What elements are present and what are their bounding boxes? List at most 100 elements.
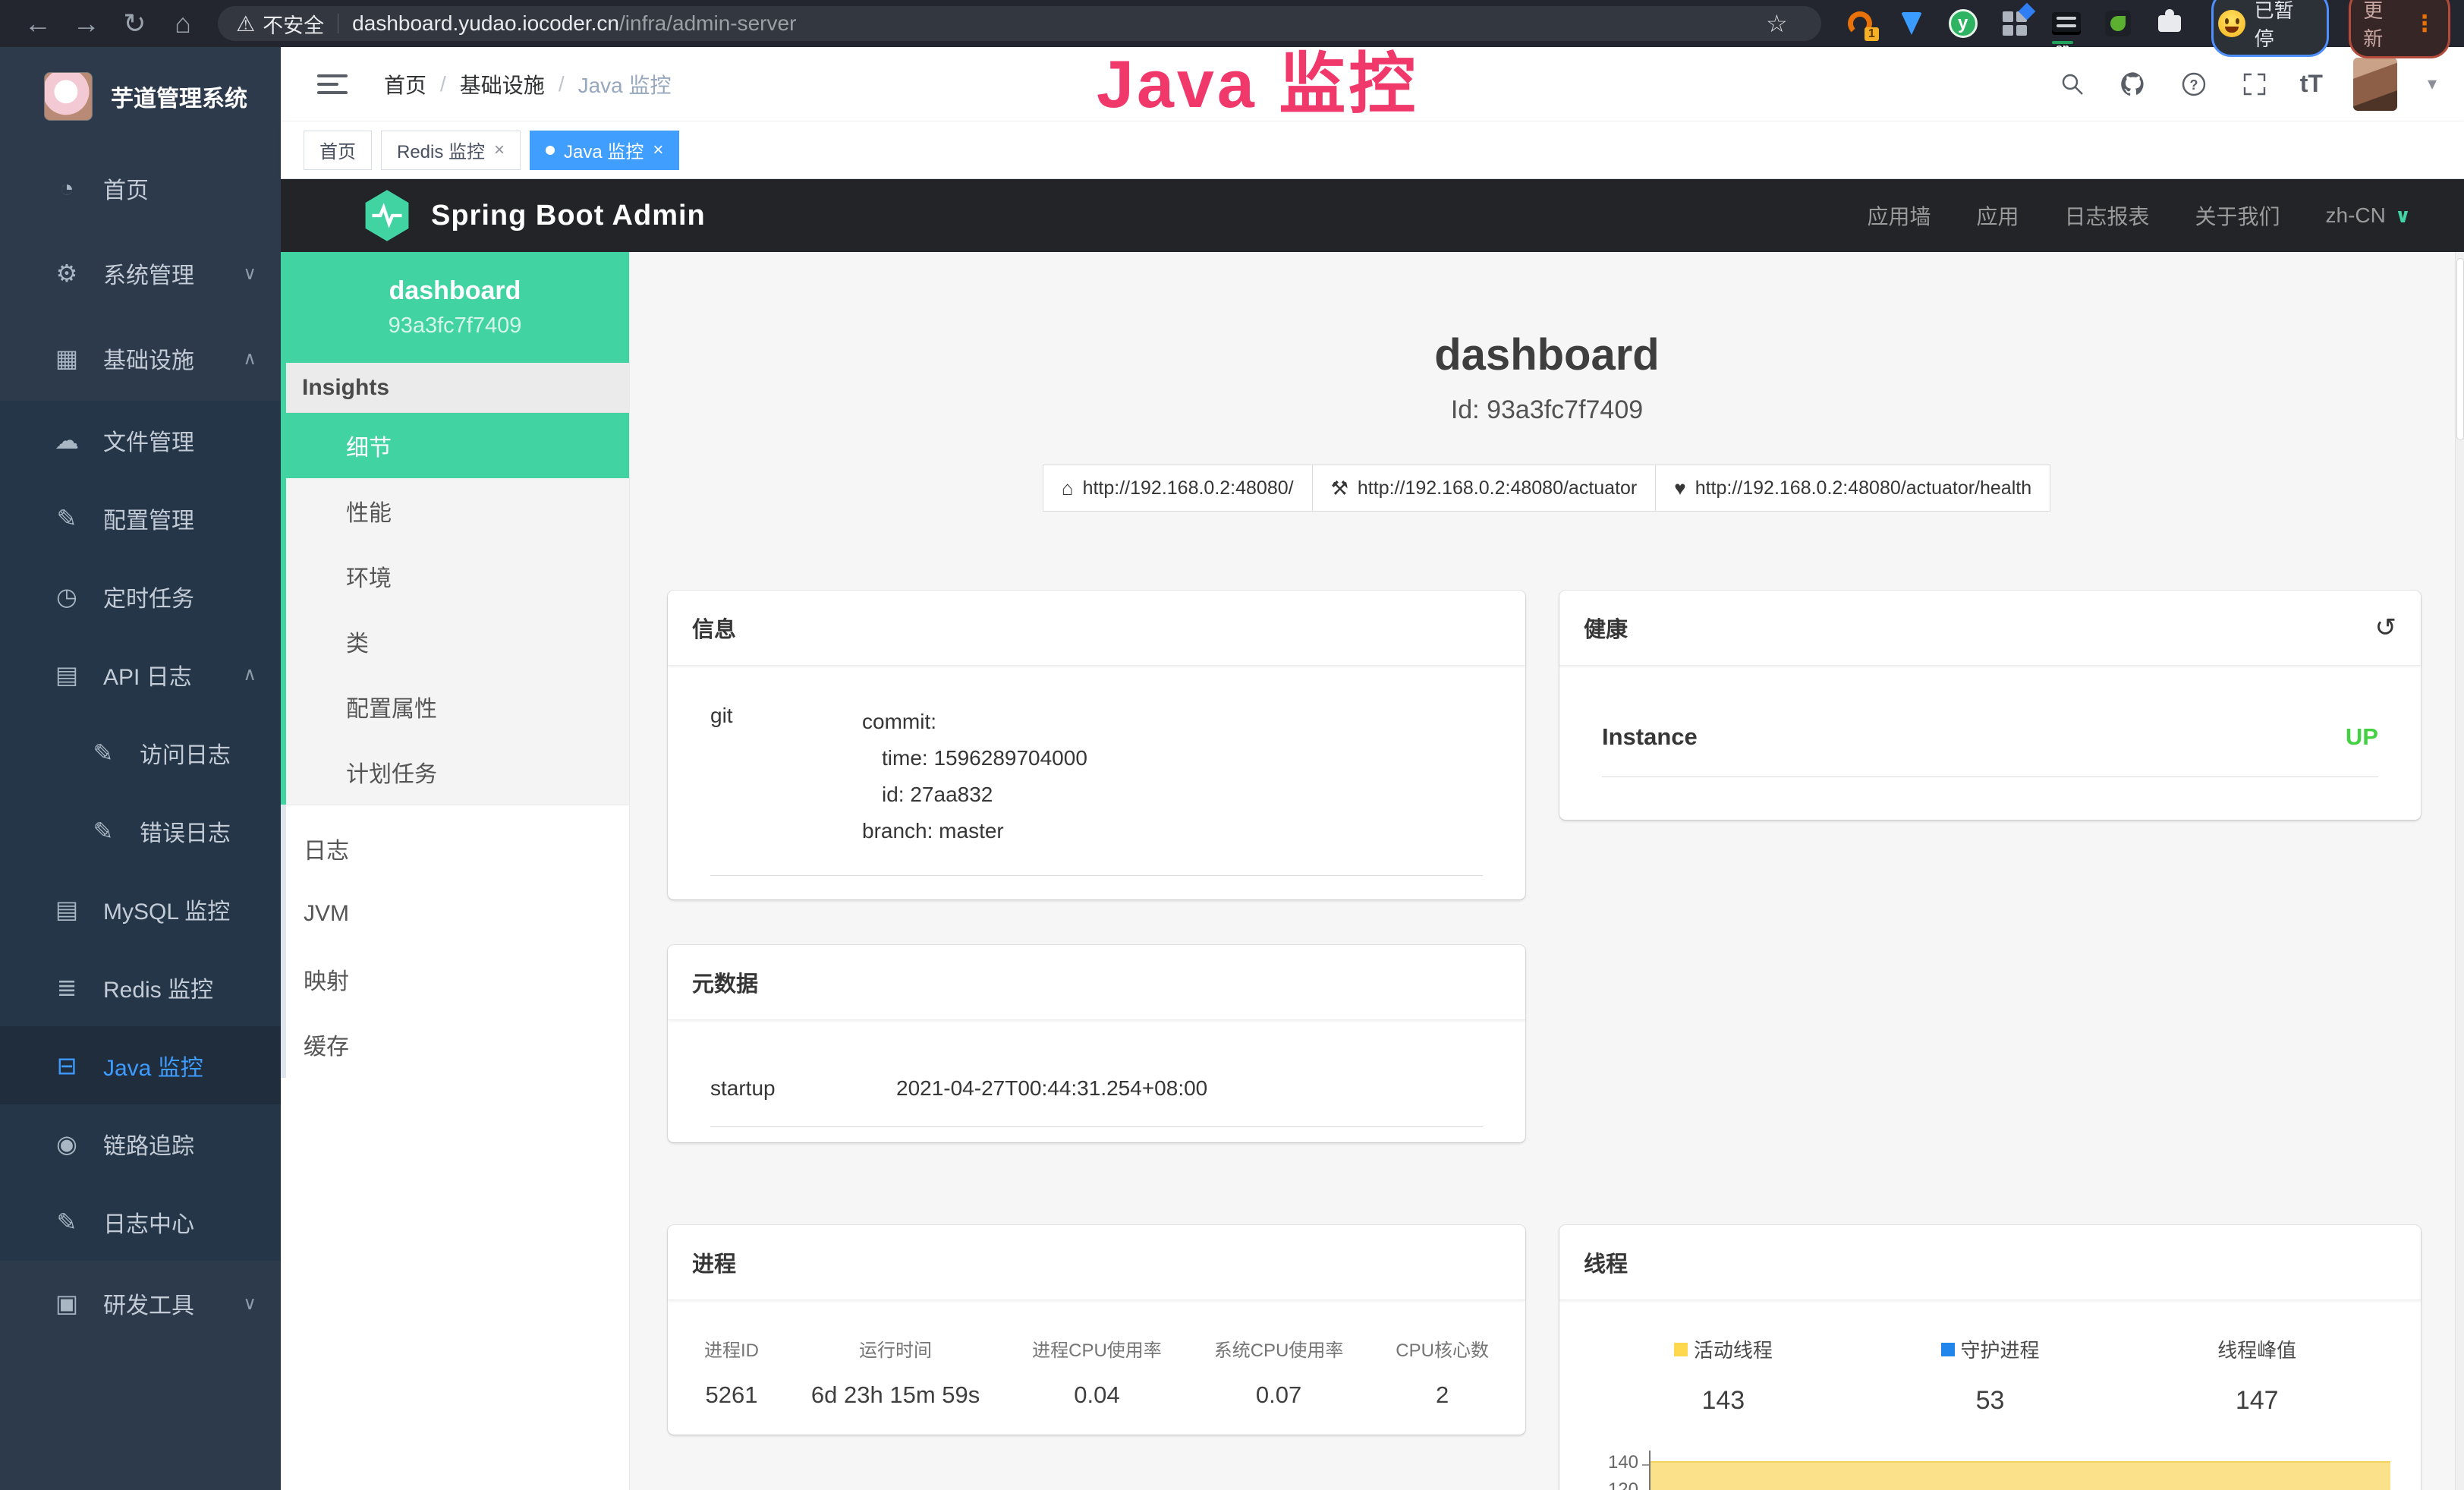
insights-item-classes[interactable]: 类 bbox=[281, 609, 629, 674]
forward-icon[interactable]: → bbox=[62, 8, 111, 39]
page-title: dashboard bbox=[630, 329, 2464, 380]
sba-nav-about[interactable]: 关于我们 bbox=[2195, 200, 2280, 231]
divider bbox=[710, 1126, 1483, 1127]
extension-y-icon[interactable]: y bbox=[1947, 8, 1979, 39]
tab-redis-monitor[interactable]: Redis 监控× bbox=[381, 131, 521, 170]
threads-chart: 140 120 100 bbox=[1590, 1449, 2390, 1490]
paused-label: 已暂停 bbox=[2255, 0, 2314, 52]
metadata-card-title: 元数据 bbox=[692, 966, 758, 998]
sidebar-item-access-logs[interactable]: ✎访问日志 bbox=[0, 713, 281, 792]
instance-id: 93a3fc7f7409 bbox=[389, 313, 522, 339]
user-avatar[interactable] bbox=[2353, 58, 2397, 111]
legend-live-threads[interactable]: 活动线程 143 bbox=[1590, 1335, 1857, 1416]
threads-card-title: 线程 bbox=[1584, 1246, 1628, 1278]
extension-on-icon[interactable]: on bbox=[2050, 8, 2082, 39]
home-icon[interactable]: ⌂ bbox=[159, 8, 207, 39]
extension-ring-icon[interactable]: 1 bbox=[1844, 8, 1876, 39]
legend-peak-threads[interactable]: 线程峰值 147 bbox=[2123, 1335, 2390, 1416]
sidebar-item-infrastructure[interactable]: ▦基础设施∧ bbox=[0, 316, 281, 401]
not-secure-warning-icon: ⚠ bbox=[236, 11, 255, 36]
eye-icon: ◉ bbox=[50, 1129, 83, 1158]
sidebar-collapse-icon[interactable] bbox=[317, 69, 348, 99]
tab-home[interactable]: 首页 bbox=[304, 131, 372, 170]
chevron-down-icon: ∨ bbox=[243, 1293, 256, 1315]
insights-item-details[interactable]: 细节 bbox=[281, 413, 629, 478]
close-icon[interactable]: × bbox=[653, 140, 663, 161]
metadata-row-label: startup bbox=[710, 1076, 896, 1101]
sidebar-item-config-manage[interactable]: ✎配置管理 bbox=[0, 479, 281, 557]
panel-item-mappings[interactable]: 映射 bbox=[281, 947, 629, 1012]
extension-puzzle-icon[interactable] bbox=[2154, 8, 2186, 39]
sidebar-item-tracing[interactable]: ◉链路追踪 bbox=[0, 1104, 281, 1183]
health-url-chip[interactable]: ♥http://192.168.0.2:48080/actuator/healt… bbox=[1655, 465, 2050, 512]
sidebar-item-error-logs[interactable]: ✎错误日志 bbox=[0, 792, 281, 870]
help-icon[interactable]: ? bbox=[2179, 69, 2209, 99]
sidebar-item-redis-monitor[interactable]: ≣Redis 监控 bbox=[0, 948, 281, 1026]
panel-item-jvm[interactable]: JVM bbox=[281, 881, 629, 947]
browser-menu-icon[interactable]: ⋮ bbox=[2413, 11, 2436, 37]
extension-badge: 1 bbox=[1865, 27, 1879, 41]
process-cpu-col: 进程CPU使用率0.04 bbox=[1032, 1335, 1162, 1409]
github-icon[interactable] bbox=[2118, 69, 2148, 99]
fullscreen-icon[interactable] bbox=[2239, 69, 2270, 99]
service-url-chip[interactable]: ⌂http://192.168.0.2:48080/ bbox=[1043, 465, 1313, 512]
infrastructure-icon: ▦ bbox=[50, 344, 83, 373]
sidebar-item-scheduled-jobs[interactable]: ◷定时任务 bbox=[0, 557, 281, 635]
profile-paused-badge[interactable]: 已暂停 bbox=[2211, 0, 2330, 57]
url-host: dashboard.yudao.iocoder.cn bbox=[352, 11, 619, 36]
system-cpu-col: 系统CPU使用率0.07 bbox=[1214, 1335, 1344, 1409]
actuator-url-chip[interactable]: ⚒http://192.168.0.2:48080/actuator bbox=[1312, 465, 1657, 512]
breadcrumb-home[interactable]: 首页 bbox=[384, 69, 426, 99]
search-icon[interactable] bbox=[2057, 69, 2088, 99]
address-bar[interactable]: ⚠ 不安全 dashboard.yudao.iocoder.cn /infra/… bbox=[218, 6, 1821, 41]
app-logo-row[interactable]: 芋道管理系统 bbox=[0, 47, 281, 146]
breadcrumb-infrastructure[interactable]: 基础设施 bbox=[460, 69, 545, 99]
back-icon[interactable]: ← bbox=[14, 8, 62, 39]
sidebar-item-log-center[interactable]: ✎日志中心 bbox=[0, 1183, 281, 1261]
sba-locale-select[interactable]: zh-CN∨ bbox=[2326, 203, 2411, 228]
sidebar-item-system[interactable]: ⚙系统管理∨ bbox=[0, 231, 281, 316]
legend-daemon-threads[interactable]: 守护进程 53 bbox=[1857, 1335, 2124, 1416]
font-size-icon[interactable]: tT bbox=[2300, 70, 2323, 98]
reload-icon[interactable]: ↻ bbox=[111, 8, 159, 39]
panel-item-logs[interactable]: 日志 bbox=[281, 816, 629, 881]
sidebar-item-java-monitor[interactable]: ⊟Java 监控 bbox=[0, 1026, 281, 1104]
history-icon[interactable]: ↺ bbox=[2375, 613, 2397, 643]
sba-navbar: Spring Boot Admin 应用墙 应用 日志报表 关于我们 zh-CN… bbox=[281, 179, 2464, 252]
sba-nav-wallboard[interactable]: 应用墙 bbox=[1867, 200, 1931, 231]
process-card: 进程 进程ID5261 运行时间6d 23h 15m 59s 进程CPU使用率0… bbox=[668, 1225, 1525, 1435]
extension-pin-icon[interactable] bbox=[1896, 8, 1927, 39]
briefcase-icon: ▣ bbox=[50, 1289, 83, 1318]
breadcrumb-current: Java 监控 bbox=[578, 69, 672, 99]
sidebar-item-api-logs[interactable]: ▤API 日志∧ bbox=[0, 635, 281, 713]
insights-item-metrics[interactable]: 性能 bbox=[281, 478, 629, 543]
insights-item-environment[interactable]: 环境 bbox=[281, 543, 629, 609]
caret-down-icon[interactable]: ▾ bbox=[2428, 73, 2437, 95]
browser-update-button[interactable]: 更新 ⋮ bbox=[2349, 0, 2450, 58]
panel-item-caches[interactable]: 缓存 bbox=[281, 1012, 629, 1077]
sba-nav-applications[interactable]: 应用 bbox=[1976, 200, 2019, 231]
active-dot bbox=[546, 146, 555, 155]
spring-boot-admin-logo[interactable] bbox=[363, 188, 411, 243]
sidebar-item-dev-tools[interactable]: ▣研发工具∨ bbox=[0, 1261, 281, 1346]
extension-grid-icon[interactable] bbox=[1999, 8, 2031, 39]
log-center-icon: ✎ bbox=[50, 1208, 83, 1236]
sidebar-item-file-manage[interactable]: ☁文件管理 bbox=[0, 401, 281, 479]
log-icon: ▤ bbox=[50, 660, 83, 689]
insights-item-scheduled-tasks[interactable]: 计划任务 bbox=[281, 739, 629, 805]
sidebar-item-home[interactable]: ◔首页 bbox=[0, 146, 281, 231]
divider bbox=[710, 875, 1483, 876]
extension-leaf-icon[interactable] bbox=[2102, 8, 2134, 39]
security-label[interactable]: 不安全 bbox=[263, 9, 324, 39]
sba-brand-title[interactable]: Spring Boot Admin bbox=[431, 200, 706, 232]
info-card-title: 信息 bbox=[692, 612, 736, 644]
scrollbar-thumb[interactable] bbox=[2456, 258, 2464, 440]
sba-nav-journal[interactable]: 日志报表 bbox=[2065, 200, 2150, 231]
bookmark-star-icon[interactable]: ☆ bbox=[1766, 9, 1803, 38]
scrollbar[interactable] bbox=[2455, 252, 2464, 1490]
health-instance-label: Instance bbox=[1602, 723, 1698, 751]
close-icon[interactable]: × bbox=[494, 140, 505, 161]
insights-item-config-props[interactable]: 配置属性 bbox=[281, 674, 629, 739]
tab-java-monitor[interactable]: Java 监控× bbox=[530, 131, 679, 170]
sidebar-item-mysql-monitor[interactable]: ▤MySQL 监控 bbox=[0, 870, 281, 948]
